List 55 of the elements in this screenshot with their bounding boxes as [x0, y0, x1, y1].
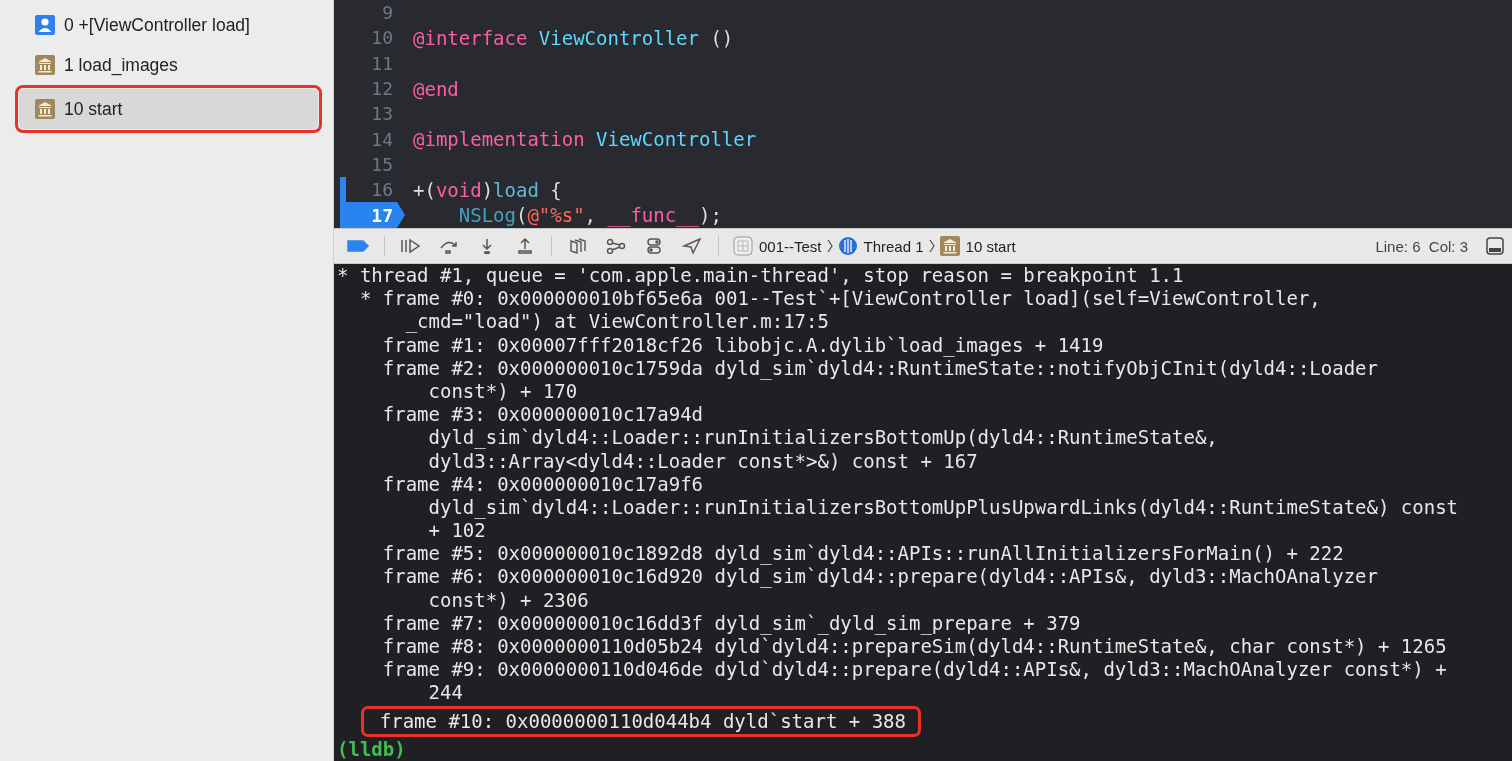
location-icon[interactable]: [680, 238, 704, 254]
console-line: + 102: [428, 519, 486, 543]
app-icon: [733, 236, 753, 256]
console-line: frame #5: 0x000000010c1892d8 dyld_sim`dyld4::APIs::runAllInitializersForMain() + 222: [382, 542, 1344, 566]
console-line: dyld3::Array<dyld4::Loader const*>&) const + 167: [428, 449, 978, 473]
person-icon: [35, 15, 55, 35]
console-line: frame #8: 0x0000000110d05b24 dyld`dyld4::prepareSim(dyld4::RuntimeState&, char const*) + 1265: [382, 635, 1447, 659]
code-line: @interface ViewController (): [413, 26, 734, 49]
chevron-icon: [825, 238, 834, 254]
building-icon: [35, 55, 55, 75]
stack-frame-item[interactable]: 10 start: [19, 89, 318, 129]
code-line: @end: [413, 77, 459, 100]
console-line: frame #2: 0x000000010c1759da dyld_sim`dyld4::RuntimeState::notifyObjCInit(dyld4::Loader: [382, 356, 1378, 380]
cursor-position: Line: 6 Col: 3: [1375, 237, 1469, 255]
console-line: _cmd="load") at ViewController.m:17:5: [405, 310, 829, 334]
console-line: frame #10: 0x0000000110d044b4 dyld`start + 388: [379, 709, 906, 732]
console-line: frame #3: 0x000000010c17a94d: [382, 403, 704, 427]
console-line: * thread #1, queue = 'com.apple.main-thread', stop reason = breakpoint 1.1: [337, 264, 1184, 288]
console-line: frame #4: 0x000000010c17a9f6: [382, 472, 704, 496]
building-icon: [939, 236, 960, 256]
line-number: 9: [382, 2, 393, 24]
console-prompt: (lldb): [337, 737, 406, 761]
console-line: * frame #0: 0x000000010bf65e6a 001--Test`+[ViewController load](self=ViewController,: [359, 287, 1321, 311]
console-line: frame #9: 0x0000000110d046de dyld`dyld4::prepare(dyld4::APIs&, dyld3::MachOAnalyzer const*) +: [382, 658, 1447, 682]
stack-frame-item[interactable]: 0 +[ViewController load]: [19, 9, 318, 41]
line-number: 15: [371, 153, 393, 175]
line-number: 13: [371, 103, 393, 125]
line-number: 16: [371, 179, 393, 201]
line-number: 14: [371, 128, 393, 150]
continue-icon[interactable]: [399, 238, 423, 254]
breakpoint-toggle-icon[interactable]: [346, 238, 370, 254]
console-line: const*) + 2306: [428, 588, 589, 612]
console-line: frame #7: 0x000000010c16dd3f dyld_sim`_dyld_sim_prepare + 379: [382, 611, 1081, 635]
graph-icon[interactable]: [604, 238, 628, 254]
code-line: NSLog(@"%s", __func__);: [457, 204, 722, 226]
code-line: +(void)load {: [413, 178, 562, 201]
console-line: frame #1: 0x00007fff2018cf26 libobjc.A.dylib`load_images + 1419: [382, 333, 1104, 357]
line-number: 17: [371, 204, 393, 226]
code-line: @implementation ViewController: [413, 128, 757, 151]
line-number: 11: [371, 52, 393, 74]
line-number: 10: [371, 27, 393, 49]
console-line: dyld_sim`dyld4::Loader::runInitializersBottomUp(dyld4::RuntimeState&,: [428, 426, 1218, 450]
line-number: 12: [371, 78, 393, 100]
chevron-icon: [927, 238, 936, 254]
breadcrumb[interactable]: 10 start: [939, 236, 1016, 256]
panel-toggle-icon[interactable]: [1486, 237, 1504, 255]
console-line: const*) + 170: [428, 379, 578, 404]
console-line: dyld_sim`dyld4::Loader::runInitializersBottomUpPlusUpwardLinks(dyld4::RuntimeState&) const: [428, 495, 1459, 520]
thread-icon: [837, 236, 858, 256]
breadcrumb[interactable]: Thread 1: [837, 236, 924, 256]
console-line: frame #6: 0x000000010c16d920 dyld_sim`dyld4::prepare(dyld4::APIs&, dyld3::MachOAnalyzer: [382, 565, 1378, 589]
building-icon: [35, 99, 55, 119]
breadcrumb[interactable]: 001--Test: [733, 236, 822, 256]
console-line: 244: [428, 681, 463, 705]
stack-frame-item[interactable]: 1 load_images: [19, 49, 318, 81]
